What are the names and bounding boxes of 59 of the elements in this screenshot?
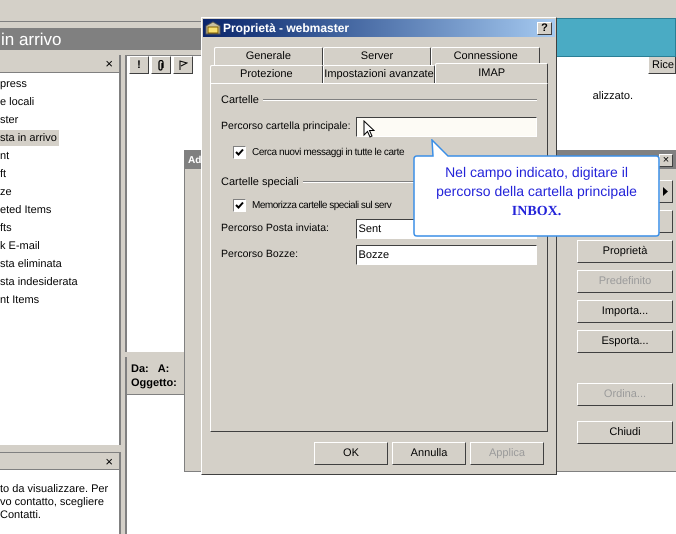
folder-title: in arrivo [0,30,62,48]
column-header[interactable]: ! [129,56,149,74]
folder-item[interactable]: ft [0,166,8,182]
cursor-icon [362,120,375,138]
dialog-button[interactable]: Annulla [392,442,466,465]
folder-item[interactable]: press [0,76,29,92]
column-header[interactable] [151,56,171,74]
folder-item[interactable]: sta indesiderata [0,274,80,290]
checkbox-label: Memorizza cartelle speciali sul serv [252,199,392,213]
dialog-button[interactable]: Importa... [577,300,673,323]
close-button[interactable]: × [105,454,113,468]
folder-item[interactable]: nt Items [0,292,42,308]
checkbox[interactable] [233,146,246,158]
paperclip-icon [157,60,165,70]
tab[interactable]: Server [322,47,432,65]
folder-item[interactable]: eted Items [0,202,54,218]
dialog-button[interactable]: Esporta... [577,330,673,353]
field-label: Percorso Bozze: [221,247,300,262]
contacts-message: to da visualizzare. Per vo contatto, scegliere Contatti. [0,482,110,522]
dialog-button[interactable]: Proprietà [577,240,673,263]
arrow-button[interactable] [659,180,673,203]
folder-item[interactable]: ze [0,184,14,200]
window-title: Ad [188,154,202,168]
close-button[interactable]: × [105,57,113,70]
section-heading: Cartelle speciali [221,174,299,190]
tab[interactable]: IMAP [435,63,548,83]
checkbox-label: Cerca nuovi messaggi in tutte le carte [252,146,404,160]
column-header[interactable]: Rice [648,56,676,74]
folder-item[interactable]: nt [0,148,12,164]
tab[interactable]: Protezione [210,65,323,83]
checkbox[interactable] [233,199,246,212]
callout-text: Nel campo indicato, digitare il percorso della cartella principale INBOX. [435,163,638,221]
dialog-title: Proprietà - webmaster [223,20,350,37]
envelope-icon [205,21,221,35]
column-header[interactable] [173,56,193,74]
right-arrow-icon [663,187,668,196]
subject-label: Oggetto: [131,377,177,389]
folder-item[interactable]: ster [0,112,20,128]
folder-item[interactable]: fts [0,220,14,236]
folder-item[interactable]: sta eliminata [0,256,64,272]
dialog-button[interactable]: OK [314,442,388,465]
dialog-button[interactable]: Chiudi [577,421,673,444]
close-button[interactable]: × [659,154,673,166]
to-label: A: [158,362,170,376]
folder-item[interactable]: sta in arrivo [0,130,59,146]
text-field[interactable]: Bozze [356,245,537,265]
section-heading: Cartelle [221,93,259,108]
message-text: alizzato. [592,89,633,104]
help-button[interactable]: ? [537,22,552,34]
tab[interactable]: Generale [214,47,323,65]
from-label: Da: [131,362,149,376]
tab[interactable]: Impostazioni avanzate [322,65,436,83]
field-label: Percorso Posta inviata: [221,221,330,236]
button[interactable] [659,210,673,233]
flag-icon [178,60,188,70]
text-field[interactable] [356,116,537,136]
folder-item[interactable]: e locali [0,94,36,110]
folder-item[interactable]: k E-mail [0,238,42,254]
field-label: Percorso cartella principale: [221,118,352,134]
